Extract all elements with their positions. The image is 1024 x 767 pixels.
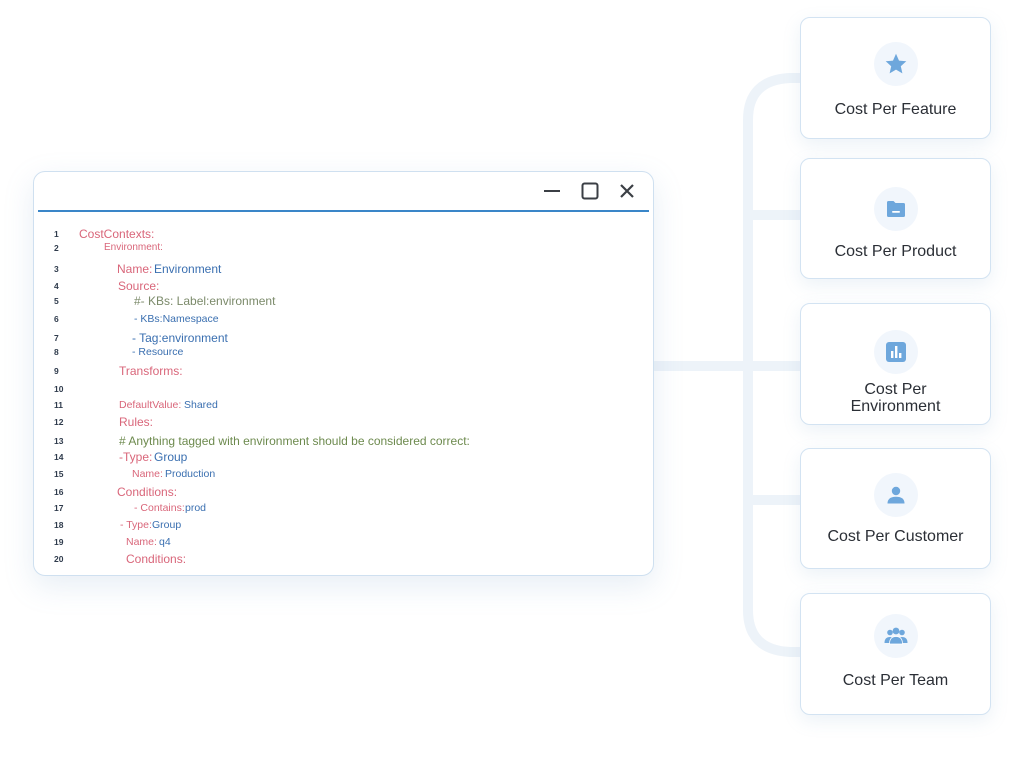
code-editor-window: 1 CostContexts: 2 Environment: 3 Name: E… xyxy=(33,171,654,576)
card-label: Cost Per Feature xyxy=(834,101,957,118)
code-comment: # Anything tagged with environment shoul… xyxy=(119,434,470,448)
maximize-icon[interactable] xyxy=(579,180,601,202)
line-number: 19 xyxy=(54,537,64,547)
card-label: Cost Per Team xyxy=(842,672,949,689)
line-number: 3 xyxy=(54,264,59,274)
code-key: - Contains: xyxy=(134,502,185,514)
diagram-stage: 1 CostContexts: 2 Environment: 3 Name: E… xyxy=(0,0,1024,767)
code-value: Environment xyxy=(154,262,222,276)
code-key: Name: xyxy=(132,468,163,480)
line-number: 2 xyxy=(54,243,59,253)
code-key: Environment: xyxy=(104,242,163,253)
line-number: 4 xyxy=(54,281,59,291)
line-number: 14 xyxy=(54,452,64,462)
close-icon[interactable] xyxy=(616,180,638,202)
line-number: 12 xyxy=(54,417,64,427)
line-number: 10 xyxy=(54,384,64,394)
code-key: DefaultValue: xyxy=(119,399,182,411)
line-number: 13 xyxy=(54,436,64,446)
line-number: 9 xyxy=(54,366,59,376)
window-titlebar xyxy=(38,172,649,212)
code-value: Production xyxy=(165,468,216,480)
code-value: Shared xyxy=(184,399,218,411)
card-cost-per-team[interactable]: Cost Per Team xyxy=(800,593,991,715)
code-key: Name: xyxy=(117,262,153,276)
code-value: Group xyxy=(154,450,188,464)
line-number: 16 xyxy=(54,487,64,497)
code-value: - Resource xyxy=(132,346,184,358)
card-label-line1: Cost Per xyxy=(864,381,927,398)
code-value: - KBs:Namespace xyxy=(134,313,219,325)
code-key: Name: xyxy=(126,536,157,548)
code-comment: #- KBs: Label:environment xyxy=(134,294,276,308)
line-number: 18 xyxy=(54,520,64,530)
line-number: 8 xyxy=(54,347,59,357)
line-number: 20 xyxy=(54,554,64,564)
code-value: q4 xyxy=(159,536,171,548)
card-cost-per-feature[interactable]: Cost Per Feature xyxy=(800,17,991,139)
code-value: Group xyxy=(152,519,182,531)
line-number: 15 xyxy=(54,469,64,479)
code-key: -Type: xyxy=(119,450,153,464)
line-number: 7 xyxy=(54,333,59,343)
line-number: 17 xyxy=(54,503,64,513)
star-icon xyxy=(874,42,918,86)
person-icon xyxy=(874,473,918,517)
card-label-line2: Environment xyxy=(850,398,941,415)
card-cost-per-environment[interactable]: Cost Per Environment xyxy=(800,303,991,425)
line-number: 11 xyxy=(54,400,63,410)
bar-chart-icon xyxy=(874,330,918,374)
card-label: Cost Per Product xyxy=(834,243,957,260)
minimize-icon[interactable] xyxy=(541,180,563,202)
card-label: Cost Per Customer xyxy=(827,528,964,545)
code-key: Conditions: xyxy=(117,485,178,499)
code-key: Source: xyxy=(118,279,160,293)
line-number: 5 xyxy=(54,296,59,306)
line-number: 1 xyxy=(54,229,59,239)
folder-icon xyxy=(874,187,918,231)
code-key: Rules: xyxy=(119,415,154,429)
card-cost-per-customer[interactable]: Cost Per Customer xyxy=(800,448,991,569)
team-icon xyxy=(874,614,918,658)
code-key: Transforms: xyxy=(119,364,183,378)
code-key: Conditions: xyxy=(126,552,187,566)
code-key: - Type: xyxy=(120,519,152,531)
line-number: 6 xyxy=(54,314,59,324)
code-value: prod xyxy=(185,502,207,514)
card-cost-per-product[interactable]: Cost Per Product xyxy=(800,158,991,279)
